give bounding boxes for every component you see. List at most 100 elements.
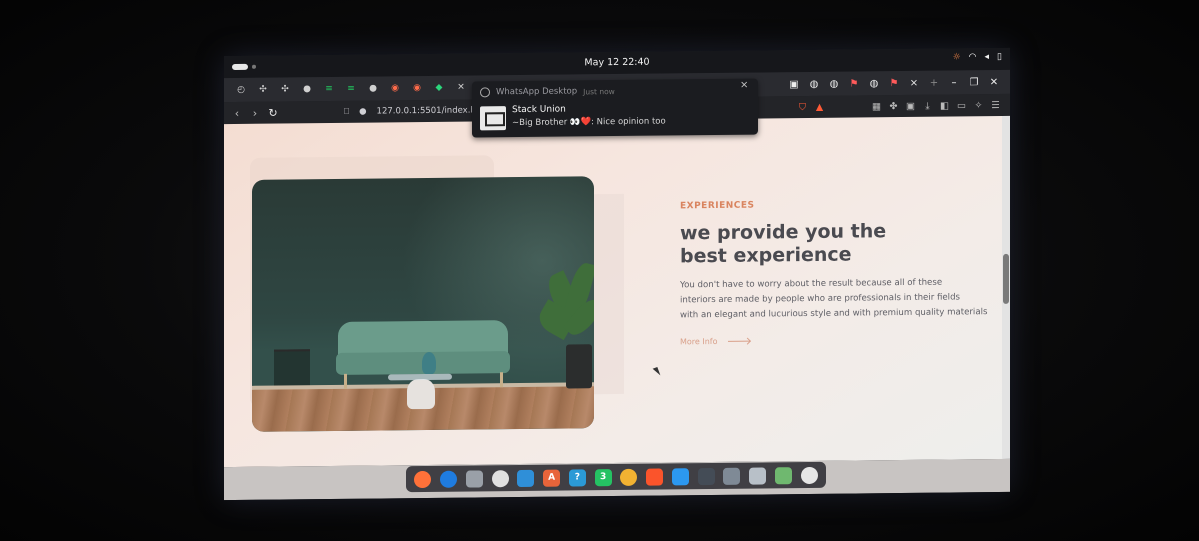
more-info-link[interactable]: More Info xyxy=(680,334,990,346)
grid-icon: ▦ xyxy=(872,100,881,112)
tab-target-2[interactable]: ◉ xyxy=(406,76,428,100)
tab-diamond[interactable]: ◆ xyxy=(428,76,450,100)
toolbar-right: ⛉ ▲ ▦ ✤ ▣ ⤓ ◧ ▭ ✧ ☰ xyxy=(794,94,1004,118)
chevron-right-icon: › xyxy=(252,106,258,120)
volume-icon: ◂ xyxy=(984,52,990,63)
tab-target-1[interactable]: ◉ xyxy=(384,76,406,100)
clock[interactable]: May 12 22:40 xyxy=(224,53,1010,72)
brave-rewards-button[interactable]: ▲ xyxy=(811,96,828,118)
extension-button-3[interactable]: ▣ xyxy=(902,95,919,117)
maximize-icon: ❐ xyxy=(969,76,979,88)
bookmark-icon[interactable]: ⎕ xyxy=(344,107,349,117)
tab-extension-2[interactable]: ✣ xyxy=(274,77,296,101)
scrollbar-thumb[interactable] xyxy=(1003,253,1009,304)
vase xyxy=(422,351,436,375)
site-info-icon[interactable]: ● xyxy=(359,107,366,117)
screenshot-icon: ▣ xyxy=(789,78,799,90)
tab-terminal-1[interactable]: ≡ xyxy=(318,77,340,101)
tab-screenshot[interactable]: ▣ xyxy=(784,72,804,96)
tab-tool[interactable]: ✕ xyxy=(450,76,472,100)
section-eyebrow: EXPERIENCES xyxy=(680,200,755,212)
history-icon: ◴ xyxy=(237,84,245,95)
tab-flag-2[interactable]: ⚑ xyxy=(884,71,904,95)
tab-history[interactable]: ◴ xyxy=(230,78,252,102)
tab-github-1[interactable]: ● xyxy=(296,77,318,101)
brave-shields-button[interactable]: ⛉ xyxy=(794,96,811,118)
url-text[interactable]: 127.0.0.1:5501/index.h xyxy=(377,105,476,116)
tab-terminal-2[interactable]: ≡ xyxy=(340,77,362,101)
close-icon: × xyxy=(740,79,749,91)
minimize-button[interactable]: – xyxy=(944,70,964,94)
extension-button-1[interactable]: ▦ xyxy=(868,95,885,117)
target-icon: ◉ xyxy=(391,83,399,94)
heading-line-1: we provide you the xyxy=(680,220,887,245)
terminal-icon[interactable] xyxy=(697,467,715,485)
tab-github-2[interactable]: ● xyxy=(362,76,384,100)
whatsapp-icon[interactable]: 3 xyxy=(594,468,612,486)
software-icon[interactable]: A xyxy=(543,469,561,487)
notification-time: Just now xyxy=(583,86,615,96)
forward-button[interactable]: › xyxy=(246,102,264,124)
leo-button[interactable]: ✧ xyxy=(970,94,987,116)
menu-button[interactable]: ☰ xyxy=(987,94,1004,116)
flag-icon: ⚑ xyxy=(849,77,859,90)
reload-button[interactable]: ↻ xyxy=(264,102,282,124)
active-tab-close[interactable]: × xyxy=(904,71,924,95)
box-icon: ▣ xyxy=(906,100,915,112)
notification-close-button[interactable]: × xyxy=(740,80,748,91)
brave-icon[interactable] xyxy=(646,468,664,486)
files-icon[interactable] xyxy=(465,469,483,488)
chevron-left-icon: ‹ xyxy=(234,106,240,120)
page-scrollbar[interactable] xyxy=(1002,115,1010,459)
thunderbird-icon[interactable] xyxy=(440,470,458,488)
obs-icon[interactable] xyxy=(491,469,509,487)
vscode-icon[interactable] xyxy=(671,467,689,485)
trash-icon[interactable] xyxy=(774,466,792,484)
tab-globe-2[interactable]: ◍ xyxy=(824,72,844,96)
tab-globe-1[interactable]: ◍ xyxy=(804,72,824,96)
maximize-button[interactable]: ❐ xyxy=(964,70,984,94)
tab-flag-1[interactable]: ⚑ xyxy=(844,71,864,95)
tab-bar-right: ▣ ◍ ◍ ⚑ ◍ ⚑ × + – ❐ ✕ xyxy=(784,70,1004,96)
system-tray[interactable]: ☼ ◠ ◂ ▯ xyxy=(953,52,1002,63)
tool-icon: ✕ xyxy=(457,82,465,93)
editor-icon[interactable] xyxy=(517,469,535,487)
wallet-button[interactable]: ▭ xyxy=(953,94,970,116)
sidebar-button[interactable]: ◧ xyxy=(936,94,953,116)
night-light-icon: ☼ xyxy=(952,52,961,63)
shield-icon: ⛉ xyxy=(798,101,807,113)
group-avatar xyxy=(480,106,506,131)
wifi-icon: ◠ xyxy=(968,52,977,63)
section-heading: we provide you the best experience xyxy=(680,219,990,268)
notification-header: WhatsApp Desktop Just now xyxy=(480,86,615,98)
sparkle-icon: ✧ xyxy=(974,99,983,111)
globe-icon: ◍ xyxy=(869,77,879,89)
interior-photo xyxy=(252,176,594,432)
globe-icon: ◍ xyxy=(809,78,819,90)
target-icon: ◉ xyxy=(413,83,421,94)
search-icon[interactable] xyxy=(723,467,741,485)
downloads-button[interactable]: ⤓ xyxy=(919,95,936,117)
extension-button-2[interactable]: ✤ xyxy=(885,95,902,117)
coffee-table xyxy=(407,378,435,410)
document-icon[interactable] xyxy=(749,466,767,485)
close-window-button[interactable]: ✕ xyxy=(984,70,1004,94)
notification-message: : Nice opinion too xyxy=(591,116,666,128)
terminal-icon: ≡ xyxy=(325,83,333,95)
mouse-cursor-icon xyxy=(652,366,661,378)
section-description: You don't have to worry about the result… xyxy=(680,275,990,323)
tab-globe-3[interactable]: ◍ xyxy=(864,71,884,95)
whatsapp-icon xyxy=(480,87,490,98)
extension-icon: ✣ xyxy=(259,84,267,95)
whatsapp-notification[interactable]: WhatsApp Desktop Just now Stack Union ~B… xyxy=(472,78,758,138)
new-tab-button[interactable]: + xyxy=(924,71,944,95)
settings-icon[interactable] xyxy=(800,466,818,484)
close-icon: × xyxy=(909,77,919,89)
firefox-icon[interactable] xyxy=(414,470,432,488)
back-button[interactable]: ‹ xyxy=(228,102,246,124)
tab-extension-1[interactable]: ✣ xyxy=(252,78,274,102)
help-icon[interactable]: ? xyxy=(568,468,586,487)
heading-line-2: best experience xyxy=(680,243,852,268)
chrome-icon[interactable] xyxy=(620,468,638,486)
web-page: EXPERIENCES we provide you the best expe… xyxy=(224,115,1002,468)
